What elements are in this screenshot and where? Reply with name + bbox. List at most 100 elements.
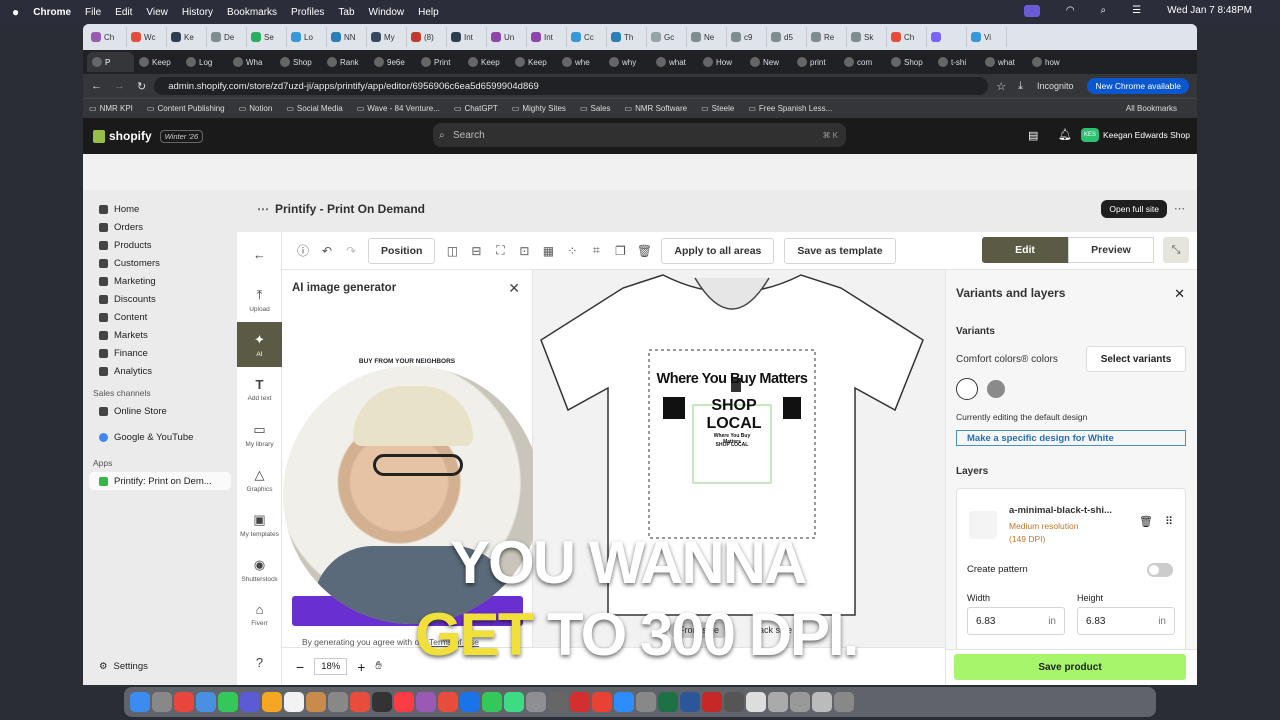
nav-content[interactable]: Content (89, 308, 231, 326)
collapse-tool-button[interactable]: ⤡ (1163, 237, 1189, 263)
back-icon[interactable]: ← (91, 80, 102, 92)
tab-top[interactable]: Int (447, 27, 487, 47)
preview-tab[interactable]: Preview (1068, 237, 1154, 263)
nav-markets[interactable]: Markets (89, 326, 231, 344)
dock-app-icon[interactable] (658, 692, 678, 712)
dock-app-icon[interactable] (416, 692, 436, 712)
design-mini-line2[interactable]: SHOP LOCAL (709, 442, 755, 448)
bookmark-item[interactable]: ▭ Social Media (286, 104, 342, 113)
nav-discounts[interactable]: Discounts (89, 290, 231, 308)
align-horizontal-icon[interactable]: ⊟ (469, 244, 483, 258)
url-field[interactable]: admin.shopify.com/store/zd7uzd-ji/apps/p… (154, 77, 989, 95)
bookmark-item[interactable]: ▭ Wave - 84 Venture... (357, 104, 440, 113)
bookmark-item[interactable]: ▭ ChatGPT (454, 104, 498, 113)
menu-app-name[interactable]: Chrome (33, 7, 71, 18)
crop-icon[interactable]: ⌗ (589, 243, 603, 258)
select-variants-button[interactable]: Select variants (1086, 346, 1186, 372)
tab-top[interactable]: De (207, 27, 247, 47)
menu-help[interactable]: Help (418, 7, 439, 18)
forward-icon[interactable]: → (114, 80, 125, 92)
reload-icon[interactable]: ↻ (137, 80, 146, 93)
tab-top[interactable]: Ne (687, 27, 727, 47)
dock-app-icon[interactable] (306, 692, 326, 712)
duplicate-icon[interactable]: ❐ (613, 244, 627, 258)
swatch-gray[interactable] (987, 380, 1005, 398)
trash-icon[interactable]: 🗑︎ (1139, 515, 1153, 528)
tab-top[interactable]: Cc (567, 27, 607, 47)
tab-top[interactable]: Vi (967, 27, 1007, 47)
align-vertical-icon[interactable]: ◫ (445, 244, 459, 258)
open-full-site-button[interactable]: Open full site (1101, 200, 1167, 218)
dock-app-icon[interactable] (746, 692, 766, 712)
browser-tab[interactable]: how (1027, 52, 1074, 72)
browser-tab[interactable]: P (87, 52, 134, 72)
menu-view[interactable]: View (146, 7, 168, 18)
browser-tab[interactable]: what (980, 52, 1027, 72)
browser-tab[interactable]: Shop (275, 52, 322, 72)
bookmark-item[interactable]: ▭ Steele (701, 104, 734, 113)
tool-upload[interactable]: ⤒ Upload (237, 277, 282, 322)
tab-top[interactable]: Re (807, 27, 847, 47)
tab-top[interactable]: d5 (767, 27, 807, 47)
dock-app-icon[interactable] (152, 692, 172, 712)
pattern-icon[interactable]: ▦ (541, 244, 555, 258)
browser-tab[interactable]: Log (181, 52, 228, 72)
nav-customers[interactable]: Customers (89, 254, 231, 272)
dock-app-icon[interactable] (284, 692, 304, 712)
nav-products[interactable]: Products (89, 236, 231, 254)
tab-top[interactable]: NN (327, 27, 367, 47)
dock-app-icon[interactable] (504, 692, 524, 712)
trash-icon[interactable]: 🗑︎ (637, 244, 652, 258)
bookmark-item[interactable]: ▭ Sales (580, 104, 611, 113)
fit-icon[interactable]: ⛶ (493, 243, 507, 258)
redo-icon[interactable]: ↷ (344, 244, 358, 258)
menu-history[interactable]: History (182, 7, 213, 18)
more-menu-icon[interactable]: ⋯ (1174, 202, 1185, 215)
browser-tab[interactable]: Shop (886, 52, 933, 72)
sales-channels-heading[interactable]: Sales channels (89, 384, 231, 402)
info-icon[interactable]: ⓘ (296, 244, 310, 258)
browser-tab[interactable]: Print (416, 52, 463, 72)
inbox-icon[interactable]: ▤ (1028, 129, 1038, 142)
dock-app-icon[interactable] (592, 692, 612, 712)
datetime[interactable]: Wed Jan 7 8:48PM (1167, 5, 1252, 17)
store-avatar[interactable]: KES (1081, 128, 1100, 142)
wifi-icon[interactable]: ◠ (1066, 5, 1075, 17)
edit-tab[interactable]: Edit (982, 237, 1068, 263)
browser-tab[interactable]: com (839, 52, 886, 72)
dock-app-icon[interactable] (526, 692, 546, 712)
height-input[interactable]: 6.83 in (1077, 607, 1175, 635)
tool-ai[interactable]: ✦ AI (237, 322, 282, 367)
bookmark-item[interactable]: ▭ Free Spanish Less... (748, 104, 832, 113)
bookmark-item[interactable]: ▭ Notion (239, 104, 273, 113)
tab-top[interactable]: My (367, 27, 407, 47)
dock-app-icon[interactable] (438, 692, 458, 712)
bookmark-star-icon[interactable]: ☆ (996, 80, 1006, 93)
bell-icon[interactable]: 🔔︎ (1058, 128, 1072, 141)
design-subheadline[interactable]: SHOP LOCAL (685, 397, 783, 433)
design-headline[interactable]: Where You Buy Matters (649, 371, 815, 387)
tab-top[interactable]: Sk (847, 27, 887, 47)
undo-icon[interactable]: ↶ (320, 244, 334, 258)
apply-all-areas-button[interactable]: Apply to all areas (661, 237, 775, 264)
new-chrome-button[interactable]: New Chrome available (1087, 78, 1189, 94)
tab-top[interactable]: Wc (127, 27, 167, 47)
bookmark-item[interactable]: ▭ NMR Software (625, 104, 688, 113)
screen-record-icon[interactable] (1023, 5, 1040, 17)
download-icon[interactable]: ⤓ (1018, 80, 1023, 93)
control-center-icon[interactable]: ☰ (1132, 5, 1141, 17)
dock-app-icon[interactable] (218, 692, 238, 712)
browser-tab[interactable]: print (792, 52, 839, 72)
tool-my-templates[interactable]: ▣ My templates (237, 502, 282, 547)
position-button[interactable]: Position (368, 237, 436, 264)
menu-tab[interactable]: Tab (338, 7, 354, 18)
close-icon[interactable]: ✕ (1174, 286, 1185, 302)
shopify-logo[interactable]: shopify (109, 129, 152, 143)
drag-handle-icon[interactable]: ⠿ (1165, 515, 1173, 528)
dock-app-icon[interactable] (680, 692, 700, 712)
dock-app-icon[interactable] (724, 692, 744, 712)
dock-app-icon[interactable] (130, 692, 150, 712)
browser-tab[interactable]: t-shi (933, 52, 980, 72)
browser-tab[interactable]: what (651, 52, 698, 72)
browser-tab[interactable]: Rank (322, 52, 369, 72)
